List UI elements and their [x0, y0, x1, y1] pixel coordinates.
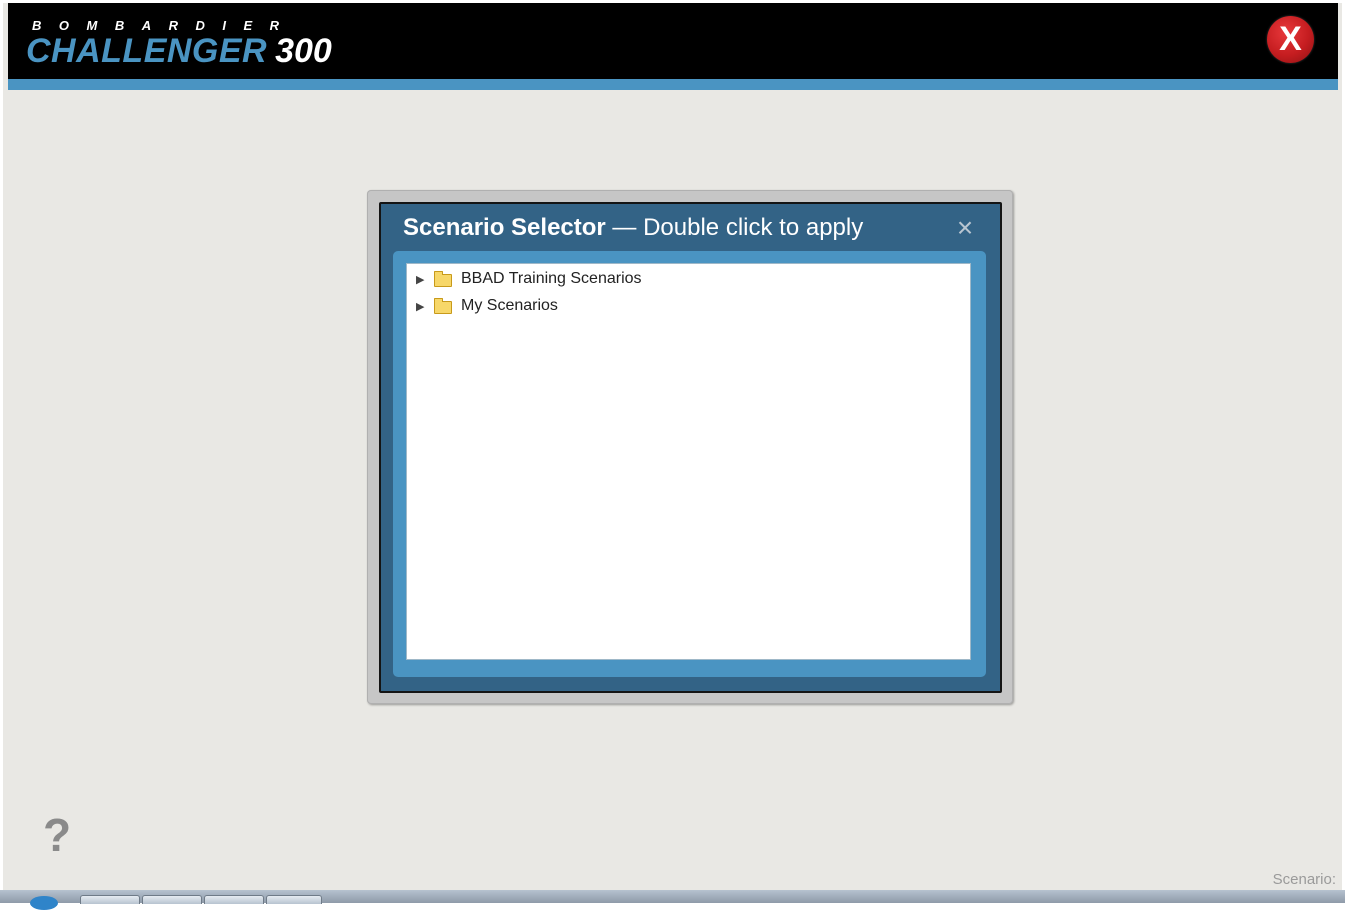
- scenario-selector-dialog: Scenario Selector — Double click to appl…: [379, 202, 1002, 693]
- header-accent-stripe: [8, 79, 1338, 90]
- scenario-selector-frame: Scenario Selector — Double click to appl…: [367, 190, 1013, 704]
- dialog-title: Scenario Selector — Double click to appl…: [403, 214, 863, 242]
- folder-icon: [434, 297, 452, 314]
- expand-arrow-icon[interactable]: ▶: [416, 300, 428, 313]
- scenario-tree[interactable]: ▶ BBAD Training Scenarios ▶ My Scenarios: [406, 263, 971, 660]
- dialog-title-hint: — Double click to apply: [605, 214, 864, 241]
- tree-item-label: BBAD Training Scenarios: [461, 270, 642, 287]
- brand-logo: CHALLENGER 300: [26, 31, 332, 71]
- header-banner: BOMBARDIER CHALLENGER 300 X: [8, 3, 1338, 79]
- close-icon: ×: [956, 212, 974, 243]
- scenario-status-label: Scenario:: [1272, 871, 1336, 888]
- dialog-body: ▶ BBAD Training Scenarios ▶ My Scenarios: [393, 251, 986, 677]
- start-button-icon[interactable]: [30, 896, 58, 910]
- expand-arrow-icon[interactable]: ▶: [416, 273, 428, 286]
- folder-icon: [434, 270, 452, 287]
- dialog-title-bold: Scenario Selector: [403, 214, 606, 241]
- dialog-close-button[interactable]: ×: [953, 214, 977, 242]
- tree-item-my-scenarios[interactable]: ▶ My Scenarios: [416, 295, 558, 317]
- brand-number: 300: [275, 32, 332, 70]
- app-window: BOMBARDIER CHALLENGER 300 X Scenario Sele…: [3, 3, 1342, 890]
- os-taskbar: [0, 890, 1345, 910]
- tree-item-label: My Scenarios: [461, 297, 558, 314]
- brand-model: CHALLENGER: [26, 32, 268, 70]
- app-close-button[interactable]: X: [1267, 16, 1314, 63]
- close-icon: X: [1279, 20, 1302, 58]
- tree-item-bbad-training-scenarios[interactable]: ▶ BBAD Training Scenarios: [416, 268, 642, 290]
- help-icon[interactable]: ?: [43, 809, 71, 861]
